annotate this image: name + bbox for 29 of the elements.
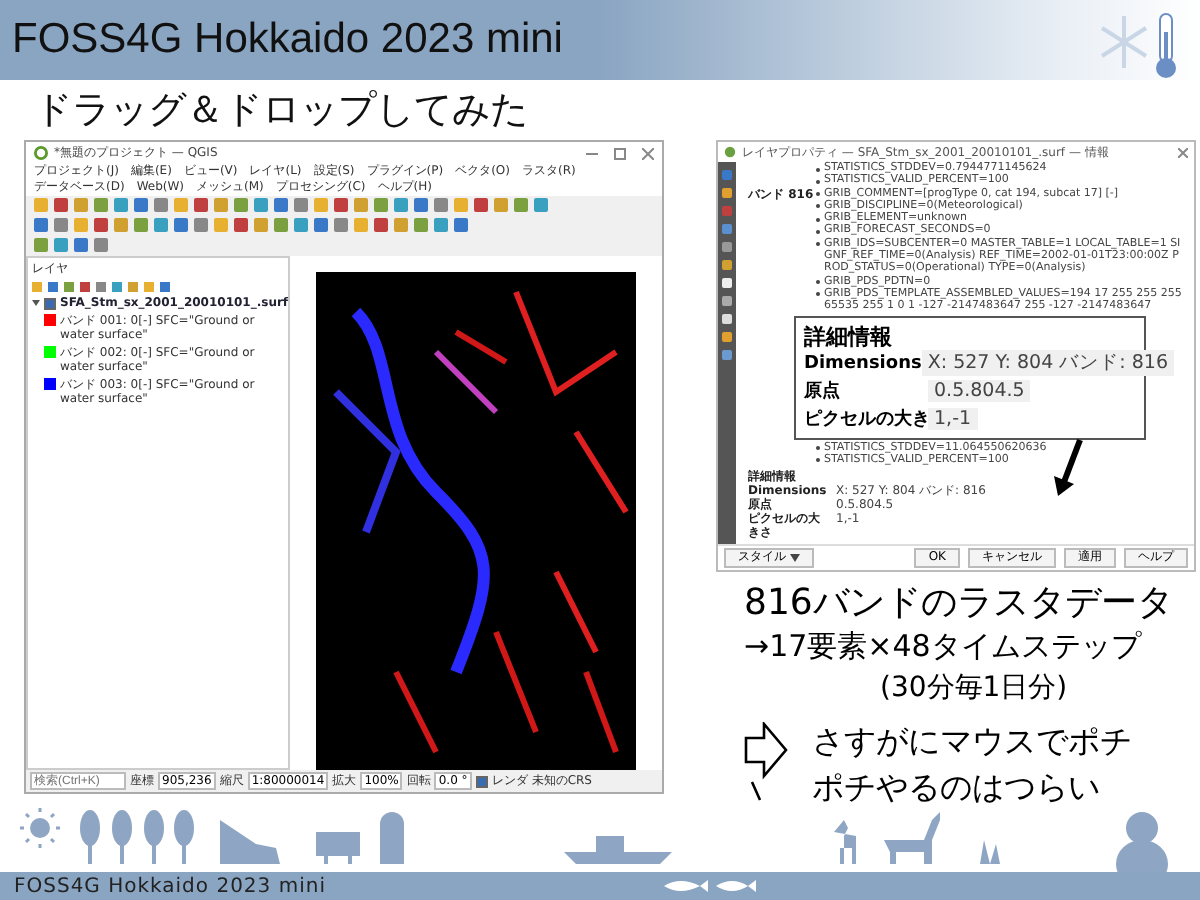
close-icon[interactable] xyxy=(642,147,654,159)
layer-checkbox[interactable] xyxy=(44,297,56,309)
note-heading: 816バンドのラスタデータ xyxy=(744,580,1175,627)
snowflake-icon xyxy=(1100,12,1148,72)
caret-icon xyxy=(790,554,800,563)
callout-text: ポチやるのはつらい xyxy=(812,768,1102,811)
detail-value: 1,-1 xyxy=(928,408,978,431)
thermometer-icon xyxy=(1152,12,1180,80)
maximize-icon[interactable] xyxy=(614,147,626,159)
close-icon[interactable] xyxy=(1178,147,1188,157)
note-text: (30分毎1日分) xyxy=(880,670,1070,707)
app-logo-icon xyxy=(34,146,48,160)
note-text: →17要素×48タイムステップ xyxy=(744,628,1144,667)
render-checkbox[interactable] xyxy=(475,775,488,787)
callout-text: さすがにマウスでポチ xyxy=(812,722,1132,765)
slide-title: ドラッグ＆ドロップしてみた xyxy=(32,86,530,136)
detail-value: 0.5.804.5 xyxy=(928,380,1031,403)
detail-value: X: 527 Y: 804 バンド: 816 xyxy=(921,350,1174,377)
detail-label: ピクセルの大き xyxy=(804,406,928,433)
app-logo-icon xyxy=(724,146,736,158)
footer-title: FOSS4G Hokkaido 2023 mini xyxy=(14,875,326,897)
details-heading: 詳細情報 xyxy=(804,321,894,350)
outline-arrow-icon xyxy=(744,722,788,803)
minimize-icon[interactable] xyxy=(586,147,598,159)
slide-header-title: FOSS4G Hokkaido 2023 mini xyxy=(12,16,563,64)
detail-label: 原点 xyxy=(804,378,842,405)
detail-label: Dimensions xyxy=(804,353,922,374)
fish-drawing xyxy=(660,876,760,896)
pointer-arrow xyxy=(1052,437,1084,498)
